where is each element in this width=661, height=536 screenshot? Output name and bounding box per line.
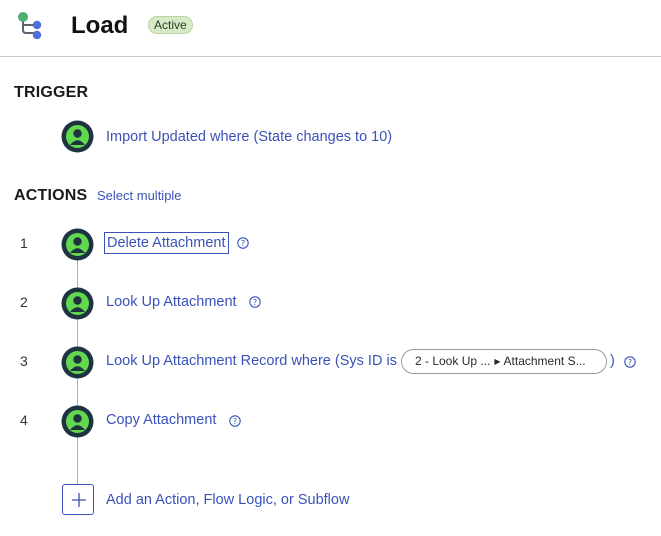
actions-heading: ACTIONS: [14, 187, 88, 204]
data-pill-source: 2 - Look Up ...: [415, 354, 491, 368]
svg-text:?: ?: [628, 358, 632, 367]
action-4-help-icon[interactable]: ?: [229, 415, 241, 427]
action-3-close-paren: ): [610, 353, 615, 369]
action-number-4: 4: [20, 412, 28, 428]
flow-diagram-icon: [18, 12, 42, 40]
add-action-button[interactable]: [62, 484, 94, 515]
data-pill[interactable]: 2 - Look Up ... ▶ Attachment S...: [401, 349, 607, 374]
action-number-1: 1: [20, 235, 28, 251]
action-2-user-icon[interactable]: [61, 287, 94, 320]
action-1-link[interactable]: Delete Attachment: [104, 232, 229, 254]
action-1-help-icon[interactable]: ?: [237, 237, 249, 249]
action-4-link[interactable]: Copy Attachment: [106, 411, 216, 429]
trigger-user-icon[interactable]: [61, 120, 94, 153]
action-2-help-icon[interactable]: ?: [249, 296, 261, 308]
svg-text:?: ?: [253, 298, 257, 307]
add-action-link[interactable]: Add an Action, Flow Logic, or Subflow: [106, 491, 349, 509]
action-3-user-icon[interactable]: [61, 346, 94, 379]
svg-text:?: ?: [233, 417, 237, 426]
action-3-help-icon[interactable]: ?: [624, 356, 636, 368]
plus-icon: [72, 493, 86, 507]
pill-caret-icon: ▶: [494, 357, 501, 366]
flow-title: Load: [71, 12, 129, 39]
action-3-link[interactable]: Look Up Attachment Record where (Sys ID …: [106, 352, 397, 370]
trigger-heading: TRIGGER: [14, 84, 89, 101]
select-multiple-link[interactable]: Select multiple: [97, 188, 182, 204]
svg-text:?: ?: [241, 239, 245, 248]
action-number-3: 3: [20, 353, 28, 369]
data-pill-field: Attachment S...: [503, 354, 586, 368]
trigger-link[interactable]: Import Updated where (State changes to 1…: [106, 128, 392, 146]
flow-header: Load Active: [0, 0, 661, 57]
action-1-user-icon[interactable]: [61, 228, 94, 261]
action-4-user-icon[interactable]: [61, 405, 94, 438]
action-number-2: 2: [20, 294, 28, 310]
status-badge: Active: [148, 16, 193, 34]
action-2-link[interactable]: Look Up Attachment: [106, 293, 237, 311]
